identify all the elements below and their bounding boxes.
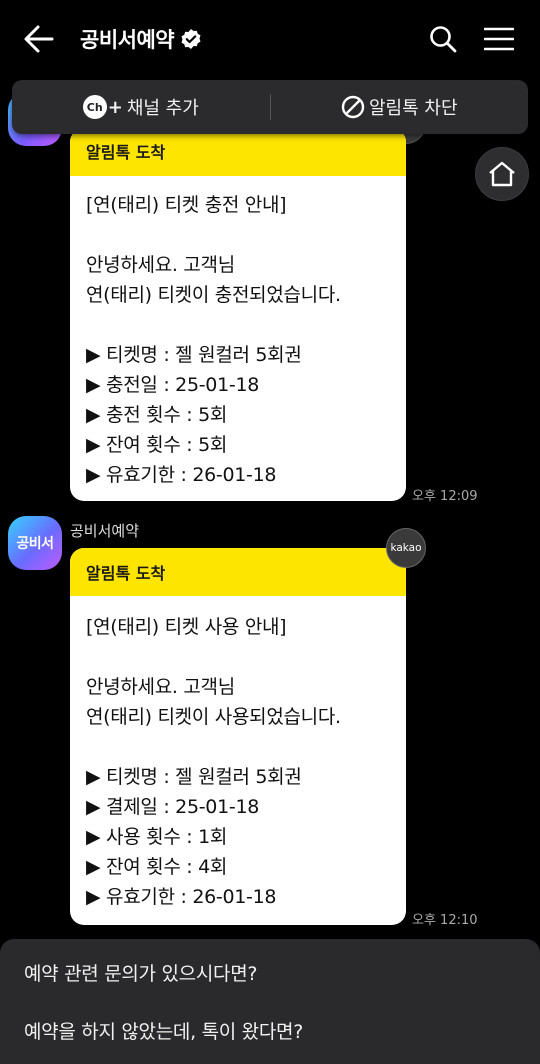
message-line: ▶ 충전 횟수 : 5회 bbox=[86, 404, 228, 426]
avatar-text: 공비서 bbox=[16, 536, 54, 552]
block-alimtalk-button[interactable]: 알림톡 차단 bbox=[271, 80, 529, 134]
page-title: 공비서예약 bbox=[80, 24, 202, 54]
message-line: 안녕하세요. 고객님 bbox=[86, 676, 235, 698]
channel-plus-icon: Ch bbox=[82, 95, 107, 119]
message-line: [연(태리) 티켓 사용 안내] bbox=[86, 616, 287, 638]
block-label: 알림톡 차단 bbox=[368, 98, 458, 119]
card-header: 알림톡 도착 bbox=[70, 128, 406, 176]
message-line: ▶ 티켓명 : 젤 원컬러 5회권 bbox=[86, 344, 302, 366]
quick-reply-item[interactable]: 예약 관련 문의가 있으시다면? bbox=[24, 959, 257, 986]
message-time: 오후 12:10 bbox=[412, 913, 478, 928]
channel-name: 공비서예약 bbox=[80, 28, 175, 52]
message-time: 오후 12:09 bbox=[412, 489, 478, 504]
add-channel-label: 채널 추가 bbox=[126, 98, 199, 119]
back-arrow-icon[interactable] bbox=[22, 22, 56, 56]
message-line: ▶ 유효기한 : 26-01-18 bbox=[86, 886, 277, 908]
card-body: [연(태리) 티켓 사용 안내] 안녕하세요. 고객님 연(태리) 티켓이 사용… bbox=[70, 596, 406, 925]
quick-reply-item[interactable]: 예약을 하지 않았는데, 톡이 왔다면? bbox=[24, 1017, 303, 1044]
message-line: 연(태리) 티켓이 충전되었습니다. bbox=[86, 284, 341, 306]
message-line: 연(태리) 티켓이 사용되었습니다. bbox=[86, 706, 341, 728]
card-header: 알림톡 도착 bbox=[70, 548, 406, 596]
card-body: [연(태리) 티켓 충전 안내] 안녕하세요. 고객님 연(태리) 티켓이 충전… bbox=[70, 176, 406, 501]
message-line: ▶ 티켓명 : 젤 원컬러 5회권 bbox=[86, 766, 302, 788]
search-icon[interactable] bbox=[428, 24, 458, 54]
add-channel-button[interactable]: Ch + 채널 추가 bbox=[12, 80, 270, 134]
message-card[interactable]: 알림톡 도착 [연(태리) 티켓 사용 안내] 안녕하세요. 고객님 연(태리)… bbox=[70, 548, 406, 925]
channel-avatar[interactable]: 공비서 bbox=[8, 516, 62, 570]
message-line: ▶ 충전일 : 25-01-18 bbox=[86, 374, 260, 396]
plus-icon: + bbox=[107, 96, 123, 118]
channel-action-bar: Ch + 채널 추가 알림톡 차단 bbox=[12, 80, 528, 134]
message-card[interactable]: 알림톡 도착 [연(태리) 티켓 충전 안내] 안녕하세요. 고객님 연(태리)… bbox=[70, 128, 406, 501]
message-line: ▶ 잔여 횟수 : 5회 bbox=[86, 434, 228, 456]
home-button[interactable] bbox=[475, 147, 529, 201]
home-icon bbox=[489, 161, 515, 187]
sender-name: 공비서예약 bbox=[70, 522, 140, 540]
message-line: ▶ 유효기한 : 26-01-18 bbox=[86, 464, 277, 486]
block-icon bbox=[341, 95, 365, 119]
app-header: 공비서예약 bbox=[0, 0, 540, 80]
message-line: ▶ 결제일 : 25-01-18 bbox=[86, 796, 260, 818]
message-line: ▶ 잔여 횟수 : 4회 bbox=[86, 856, 228, 878]
verified-badge-icon bbox=[181, 29, 201, 49]
message-line: 안녕하세요. 고객님 bbox=[86, 254, 235, 276]
quick-reply-sheet: 예약 관련 문의가 있으시다면? 예약을 하지 않았는데, 톡이 왔다면? bbox=[0, 939, 540, 1064]
kakao-badge: kakao bbox=[386, 528, 426, 568]
message-line: [연(태리) 티켓 충전 안내] bbox=[86, 194, 287, 216]
hamburger-menu-icon[interactable] bbox=[483, 26, 515, 52]
message-line: ▶ 사용 횟수 : 1회 bbox=[86, 826, 228, 848]
